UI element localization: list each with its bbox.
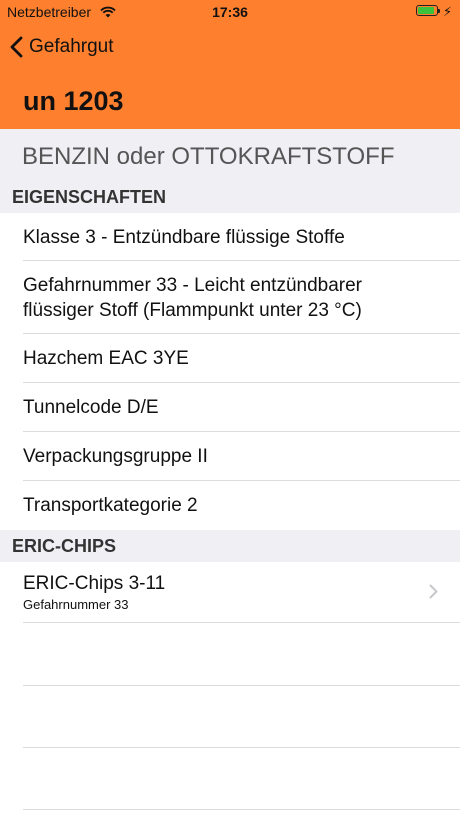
- list-item-label: Transportkategorie 2: [23, 495, 198, 516]
- battery-tip: [438, 9, 440, 13]
- chevron-left-icon: [10, 36, 23, 58]
- chevron-right-icon: [429, 584, 438, 599]
- charging-bolt-icon: ⚡: [443, 4, 453, 19]
- page-title: un 1203: [23, 86, 124, 116]
- list-item-label: Hazchem EAC 3YE: [23, 348, 189, 369]
- back-button[interactable]: Gefahrgut: [10, 33, 114, 61]
- clock-time: 17:36: [212, 4, 248, 20]
- list-item-label-line1: Gefahrnummer 33 - Leicht entzündbarer: [23, 275, 363, 296]
- section-header-eric-chips: ERIC-CHIPS: [0, 530, 460, 562]
- battery-icon: [416, 5, 438, 16]
- list-item: Klasse 3 - Entzündbare flüssige Stoffe: [0, 213, 460, 261]
- back-button-label: Gefahrgut: [29, 36, 114, 57]
- section-header-label: EIGENSCHAFTEN: [12, 187, 167, 207]
- eric-chips-title: ERIC-Chips 3-11: [23, 573, 166, 594]
- substance-name: BENZIN oder OTTOKRAFTSTOFF: [22, 143, 395, 170]
- list-item-label-line2: flüssiger Stoff (Flammpunkt unter 23 °C): [23, 300, 362, 321]
- list-item: Verpackungsgruppe II: [0, 432, 460, 481]
- empty-row-divider: [23, 809, 460, 810]
- empty-row-divider: [23, 747, 460, 748]
- list-item: Gefahrnummer 33 - Leicht entzündbarer fl…: [0, 261, 460, 334]
- list-item: Tunnelcode D/E: [0, 383, 460, 432]
- list-item: Hazchem EAC 3YE: [0, 334, 460, 383]
- eric-chips-detail: Gefahrnummer 33: [23, 597, 129, 612]
- section-header-label: ERIC-CHIPS: [12, 536, 117, 556]
- status-bar: Netzbetreiber 17:36 ⚡: [0, 0, 460, 24]
- navigation-header: Netzbetreiber 17:36 ⚡ Gefahrgut un 1203: [0, 0, 460, 129]
- subtitle-bar: BENZIN oder OTTOKRAFTSTOFF: [0, 129, 460, 181]
- row-divider: [23, 622, 460, 623]
- list-item-label: Klasse 3 - Entzündbare flüssige Stoffe: [23, 227, 345, 248]
- list-item: Transportkategorie 2: [0, 481, 460, 530]
- empty-row-divider: [23, 685, 460, 686]
- list-item-label: Verpackungsgruppe II: [23, 446, 208, 467]
- eric-chips-row[interactable]: ERIC-Chips 3-11 Gefahrnummer 33: [0, 562, 460, 623]
- section-header-eigenschaften: EIGENSCHAFTEN: [0, 181, 460, 213]
- list-item-label: Tunnelcode D/E: [23, 397, 159, 418]
